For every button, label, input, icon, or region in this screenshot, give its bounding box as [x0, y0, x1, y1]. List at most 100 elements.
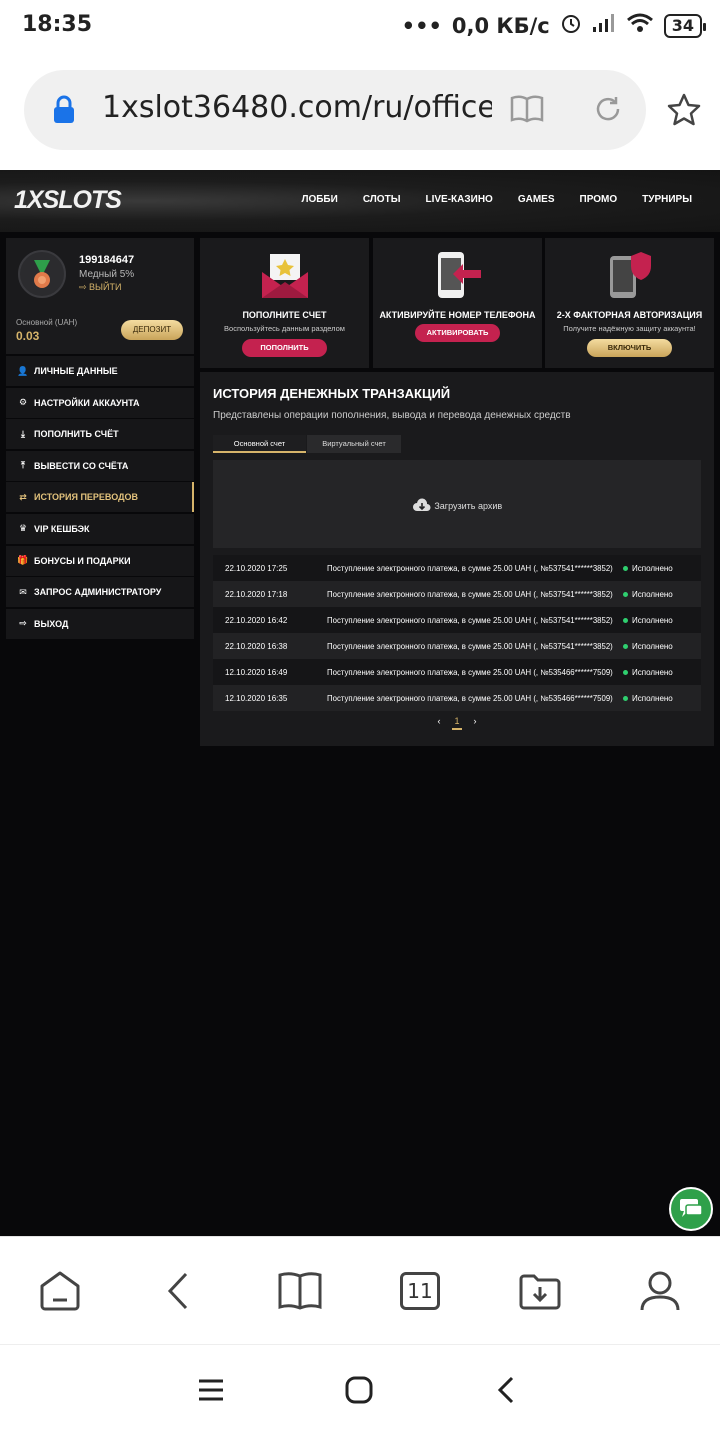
status-badge: Исполнено	[623, 642, 673, 651]
history-description: Представлены операции пополнения, вывода…	[213, 410, 571, 421]
card-deposit: ПОПОЛНИТЕ СЧЕТ Воспользуйтесь данным раз…	[200, 238, 369, 368]
bookmarks-icon[interactable]	[278, 1269, 322, 1313]
browser-toolbar: 1xslot36480.com/ru/office	[0, 52, 720, 170]
menu-personal-data[interactable]: 👤 ЛИЧНЫЕ ДАННЫЕ	[6, 356, 194, 386]
status-badge: Исполнено	[623, 564, 673, 573]
user-plus-icon: 👤	[17, 365, 29, 376]
tx-description: Поступление электронного платежа, в сумм…	[327, 641, 613, 651]
card-subtitle: Получите надёжную защиту аккаунта!	[563, 324, 696, 333]
status-dot-icon	[623, 669, 628, 675]
tx-description: Поступление электронного платежа, в сумм…	[327, 589, 613, 599]
nav-live-casino[interactable]: LIVE-КАЗИНО	[425, 194, 492, 205]
transactions-table: 22.10.2020 17:25 Поступление электронног…	[213, 555, 701, 711]
balance-value: 0.03	[16, 329, 40, 343]
crown-icon: ♛	[18, 523, 28, 534]
pagination: ‹ 1 ›	[200, 716, 714, 730]
reader-mode-icon[interactable]	[510, 94, 544, 129]
status-badge: Исполнено	[623, 616, 673, 625]
address-bar[interactable]: 1xslot36480.com/ru/office	[24, 70, 646, 150]
cloud-download-icon	[412, 498, 432, 511]
nav-slots[interactable]: СЛОТЫ	[363, 194, 401, 205]
card-2fa: 2-Х ФАКТОРНАЯ АВТОРИЗАЦИЯ Получите надёж…	[545, 238, 714, 368]
tx-description: Поступление электронного платежа, в сумм…	[327, 563, 613, 573]
table-row: 12.10.2020 16:35 Поступление электронног…	[213, 685, 701, 711]
nav-lobby[interactable]: ЛОББИ	[301, 194, 337, 205]
enable-2fa-button[interactable]: ВКЛЮЧИТЬ	[587, 339, 672, 357]
tab-main-account[interactable]: Основной счет	[213, 435, 306, 453]
tx-date: 22.10.2020 17:25	[225, 563, 288, 573]
menu-withdraw[interactable]: ⤒ ВЫВЕСТИ СО СЧЁТА	[6, 450, 194, 481]
envelope-star-icon	[262, 254, 308, 298]
profile-icon[interactable]	[638, 1269, 682, 1313]
reload-icon[interactable]	[592, 93, 624, 130]
tx-description: Поступление электронного платежа, в сумм…	[327, 615, 613, 625]
table-row: 22.10.2020 17:25 Поступление электронног…	[213, 555, 701, 581]
nav-games[interactable]: GAMES	[518, 194, 555, 205]
gift-icon: 🎁	[17, 555, 29, 566]
status-icons: ••• 0,0 КБ/с 34	[401, 12, 707, 39]
tabs-icon[interactable]: 11	[398, 1269, 442, 1313]
menu-account-settings[interactable]: ⚙ НАСТРОЙКИ АККАУНТА	[6, 387, 194, 418]
prev-page-button[interactable]: ‹	[437, 716, 440, 730]
tx-date: 12.10.2020 16:49	[225, 667, 288, 677]
alarm-icon	[560, 12, 582, 39]
status-dot-icon	[623, 617, 628, 623]
url-text[interactable]: 1xslot36480.com/ru/office	[102, 90, 492, 125]
system-home-icon[interactable]	[344, 1375, 374, 1410]
downloads-icon[interactable]	[518, 1269, 562, 1313]
transfer-icon: ⇄	[19, 491, 27, 502]
card-phone: АКТИВИРУЙТЕ НОМЕР ТЕЛЕФОНА АКТИВИРОВАТЬ	[373, 238, 542, 368]
tx-date: 22.10.2020 17:18	[225, 589, 288, 599]
deposit-button[interactable]: ДЕПОЗИТ	[121, 320, 183, 340]
site-header: 1XSLOTS ЛОББИ СЛОТЫ LIVE-КАЗИНО GAMES ПР…	[0, 170, 720, 232]
exit-icon: ⇨	[19, 618, 27, 629]
menu-admin-request[interactable]: ✉ ЗАПРОС АДМИНИСТРАТОРУ	[6, 577, 194, 608]
page-1-button[interactable]: 1	[452, 716, 462, 730]
menu-bonuses[interactable]: 🎁 БОНУСЫ И ПОДАРКИ	[6, 545, 194, 576]
dots-icon: •••	[401, 13, 442, 38]
status-dot-icon	[623, 591, 628, 597]
tab-count[interactable]: 11	[400, 1272, 440, 1310]
home-icon[interactable]	[38, 1269, 82, 1313]
user-id: 199184647	[79, 254, 135, 266]
balance-label: Основной (UAH)	[16, 318, 78, 327]
nav-tournaments[interactable]: ТУРНИРЫ	[642, 194, 692, 205]
transaction-history-panel: ИСТОРИЯ ДЕНЕЖНЫХ ТРАНЗАКЦИЙ Представлены…	[200, 372, 714, 746]
system-back-icon[interactable]	[494, 1375, 518, 1410]
tx-date: 22.10.2020 16:42	[225, 615, 288, 625]
status-bar: 18:35 ••• 0,0 КБ/с 34	[0, 0, 720, 52]
menu-vip-cashback[interactable]: ♛ VIP КЕШБЭК	[6, 513, 194, 544]
recents-menu-icon[interactable]	[197, 1375, 225, 1410]
tx-description: Поступление электронного платежа, в сумм…	[327, 667, 613, 677]
tx-date: 22.10.2020 16:38	[225, 641, 288, 651]
net-speed: 0,0 КБ/с	[451, 13, 550, 38]
table-row: 12.10.2020 16:49 Поступление электронног…	[213, 659, 701, 685]
browser-bottom-bar: 11	[0, 1236, 720, 1344]
back-icon[interactable]	[157, 1269, 201, 1313]
bookmark-star-icon[interactable]	[666, 92, 702, 133]
menu-transfer-history[interactable]: ⇄ ИСТОРИЯ ПЕРЕВОДОВ	[6, 482, 194, 513]
card-title: АКТИВИРУЙТЕ НОМЕР ТЕЛЕФОНА	[379, 310, 536, 320]
mail-icon: ✉	[19, 586, 27, 597]
table-row: 22.10.2020 16:42 Поступление электронног…	[213, 607, 701, 633]
lock-icon	[52, 95, 76, 130]
menu-exit[interactable]: ⇨ ВЫХОД	[6, 608, 194, 639]
chat-button[interactable]	[669, 1187, 713, 1231]
card-subtitle: Воспользуйтесь данным разделом	[224, 324, 345, 333]
next-page-button[interactable]: ›	[474, 716, 477, 730]
phone-arrow-icon	[438, 252, 481, 298]
main-nav: ЛОББИ СЛОТЫ LIVE-КАЗИНО GAMES ПРОМО ТУРН…	[301, 194, 692, 205]
status-badge: Исполнено	[623, 590, 673, 599]
logout-link[interactable]: ⇨ ВЫЙТИ	[79, 282, 121, 293]
tab-virtual-account[interactable]: Виртуальный счет	[307, 435, 401, 453]
loyalty-level: Медный 5%	[79, 269, 135, 280]
download-archive-button[interactable]: Загрузить архив	[213, 460, 701, 548]
activate-button[interactable]: АКТИВИРОВАТЬ	[415, 324, 500, 342]
menu-deposit[interactable]: ⤓ ПОПОЛНИТЬ СЧЁТ	[6, 419, 194, 450]
topup-button[interactable]: ПОПОЛНИТЬ	[242, 339, 327, 357]
exit-icon: ⇨	[79, 282, 90, 292]
table-row: 22.10.2020 16:38 Поступление электронног…	[213, 633, 701, 659]
site-logo[interactable]: 1XSLOTS	[14, 186, 122, 215]
nav-promo[interactable]: ПРОМО	[580, 194, 618, 205]
tx-description: Поступление электронного платежа, в сумм…	[327, 693, 613, 703]
